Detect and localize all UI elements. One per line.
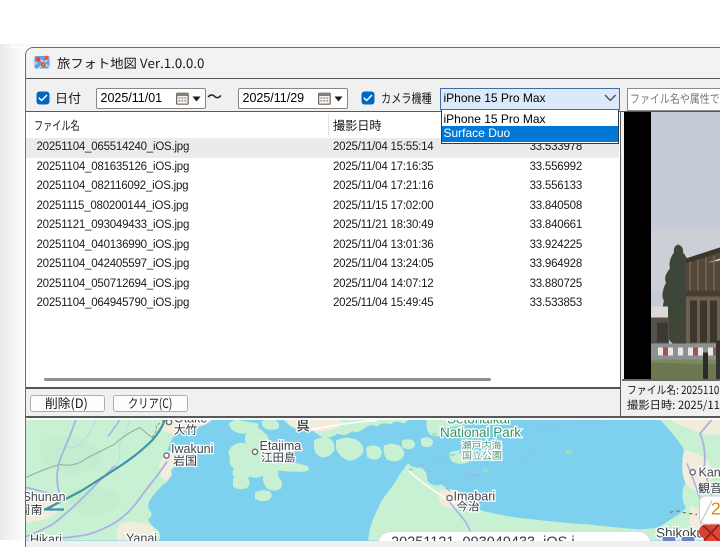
svg-text:Yanai: Yanai (126, 531, 157, 541)
svg-text:Shunan: Shunan (26, 490, 66, 504)
svg-text:National Park: National Park (440, 425, 521, 440)
svg-text:Kanonji: Kanonji (699, 465, 720, 479)
svg-text:Hikari: Hikari (30, 532, 62, 541)
svg-text:Etajima: Etajima (260, 439, 302, 453)
svg-text:Iwakuni: Iwakuni (171, 442, 213, 456)
svg-text:2: 2 (711, 498, 720, 518)
